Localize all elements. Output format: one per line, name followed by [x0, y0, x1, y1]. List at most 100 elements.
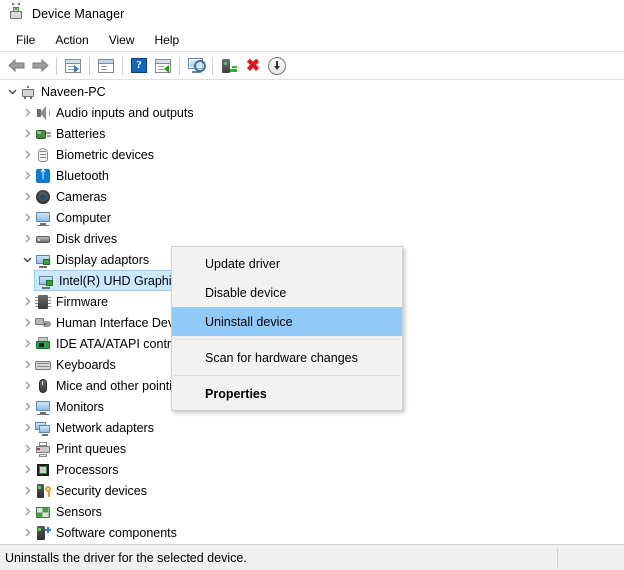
properties-button[interactable]	[94, 54, 118, 78]
tree-node-naveen-pc[interactable]: Naveen-PC	[0, 81, 624, 102]
chevron-right-icon[interactable]	[19, 462, 35, 478]
tree-node-label: Naveen-PC	[41, 84, 106, 100]
chevron-right-icon[interactable]	[19, 357, 35, 373]
tree-node-label: Monitors	[56, 399, 104, 415]
tree-node-label: Display adaptors	[56, 252, 149, 268]
battery-icon	[35, 126, 51, 142]
tree-node-print-queues[interactable]: Print queues	[0, 438, 624, 459]
network-adapter-icon	[35, 420, 51, 436]
mouse-icon	[35, 378, 51, 394]
tree-node-sensors[interactable]: Sensors	[0, 501, 624, 522]
context-menu-item-label: Disable device	[205, 286, 286, 300]
tree-node-security-devices[interactable]: Security devices	[0, 480, 624, 501]
camera-icon	[35, 189, 51, 205]
tree-node-label: Cameras	[56, 189, 107, 205]
context-menu-item-uninstall-device[interactable]: Uninstall device	[172, 307, 402, 336]
firmware-chip-icon	[35, 294, 51, 310]
tree-node-biometric-devices[interactable]: Biometric devices	[0, 144, 624, 165]
properties-icon	[98, 59, 114, 73]
menu-view[interactable]: View	[99, 30, 145, 50]
chevron-right-icon[interactable]	[19, 420, 35, 436]
context-menu-item-disable-device[interactable]: Disable device	[172, 278, 402, 307]
tree-node-audio-inputs-and-outputs[interactable]: Audio inputs and outputs	[0, 102, 624, 123]
chevron-right-icon[interactable]	[19, 378, 35, 394]
chevron-right-icon[interactable]	[19, 525, 35, 541]
keyboard-icon	[35, 357, 51, 373]
chevron-down-icon[interactable]	[4, 84, 20, 100]
status-bar: Uninstalls the driver for the selected d…	[0, 544, 624, 570]
menu-help[interactable]: Help	[145, 30, 190, 50]
tree-node-label: Security devices	[56, 483, 147, 499]
sensor-icon	[35, 504, 51, 520]
chevron-right-icon[interactable]	[19, 189, 35, 205]
chevron-down-icon[interactable]	[19, 252, 35, 268]
disk-drive-icon	[35, 231, 51, 247]
menu-file[interactable]: File	[6, 30, 45, 50]
tree-node-label: Biometric devices	[56, 147, 154, 163]
chevron-right-icon[interactable]	[19, 315, 35, 331]
tree-node-batteries[interactable]: Batteries	[0, 123, 624, 144]
tree-node-label: Disk drives	[56, 231, 117, 247]
help-question-icon: ?	[131, 58, 147, 73]
back-button[interactable]	[4, 54, 28, 78]
chevron-right-icon[interactable]	[19, 168, 35, 184]
help-button[interactable]: ?	[127, 54, 151, 78]
chevron-right-icon[interactable]	[19, 441, 35, 457]
uninstall-device-button[interactable]: ✖	[241, 54, 265, 78]
toolbar-separator	[56, 57, 57, 75]
disable-device-button[interactable]	[265, 54, 289, 78]
context-menu-item-scan-for-hardware-changes[interactable]: Scan for hardware changes	[172, 343, 402, 372]
update-driver-button[interactable]	[217, 54, 241, 78]
down-arrow-circle-icon	[268, 57, 286, 75]
tree-node-software-components[interactable]: Software components	[0, 522, 624, 543]
software-component-icon	[35, 525, 51, 541]
computer-root-icon	[20, 84, 36, 100]
chevron-right-icon[interactable]	[19, 399, 35, 415]
plug-update-icon	[221, 58, 237, 74]
speaker-icon	[35, 105, 51, 121]
context-menu-item-update-driver[interactable]: Update driver	[172, 249, 402, 278]
menu-bar: File Action View Help	[0, 28, 624, 52]
tree-node-label: Computer	[56, 210, 111, 226]
human-interface-icon	[35, 315, 51, 331]
red-x-icon: ✖	[246, 57, 260, 74]
show-hide-console-tree-button[interactable]	[61, 54, 85, 78]
tree-node-label: Batteries	[56, 126, 105, 142]
chevron-right-icon[interactable]	[19, 336, 35, 352]
tree-node-label: Bluetooth	[56, 168, 109, 184]
tree-node-processors[interactable]: Processors	[0, 459, 624, 480]
chevron-right-icon[interactable]	[19, 294, 35, 310]
monitor-icon	[35, 399, 51, 415]
context-menu-separator	[174, 339, 400, 340]
action-pane-icon	[155, 59, 171, 73]
tree-node-bluetooth[interactable]: ᛏ Bluetooth	[0, 165, 624, 186]
chevron-right-icon[interactable]	[19, 126, 35, 142]
chevron-right-icon[interactable]	[19, 483, 35, 499]
device-manager-icon	[8, 6, 24, 22]
bluetooth-icon: ᛏ	[35, 168, 51, 184]
tree-node-label: Intel(R) UHD Graphics	[59, 273, 184, 289]
display-adapter-icon	[35, 252, 51, 268]
console-tree-icon	[65, 59, 81, 73]
toolbar-separator	[122, 57, 123, 75]
context-menu-item-properties[interactable]: Properties	[172, 379, 402, 408]
title-bar: Device Manager	[0, 0, 624, 28]
tree-node-computer[interactable]: Computer	[0, 207, 624, 228]
scan-hardware-changes-button[interactable]	[184, 54, 208, 78]
tree-node-network-adapters[interactable]: Network adapters	[0, 417, 624, 438]
forward-button[interactable]	[28, 54, 52, 78]
context-menu[interactable]: Update driver Disable device Uninstall d…	[171, 246, 403, 411]
toolbar-separator	[212, 57, 213, 75]
chevron-right-icon[interactable]	[19, 210, 35, 226]
processor-icon	[35, 462, 51, 478]
context-menu-item-label: Scan for hardware changes	[205, 351, 358, 365]
menu-action[interactable]: Action	[45, 30, 98, 50]
action-button[interactable]	[151, 54, 175, 78]
tree-node-cameras[interactable]: Cameras	[0, 186, 624, 207]
security-device-icon	[35, 483, 51, 499]
status-bar-divider	[557, 548, 558, 568]
chevron-right-icon[interactable]	[19, 231, 35, 247]
chevron-right-icon[interactable]	[19, 105, 35, 121]
chevron-right-icon[interactable]	[19, 147, 35, 163]
chevron-right-icon[interactable]	[19, 504, 35, 520]
